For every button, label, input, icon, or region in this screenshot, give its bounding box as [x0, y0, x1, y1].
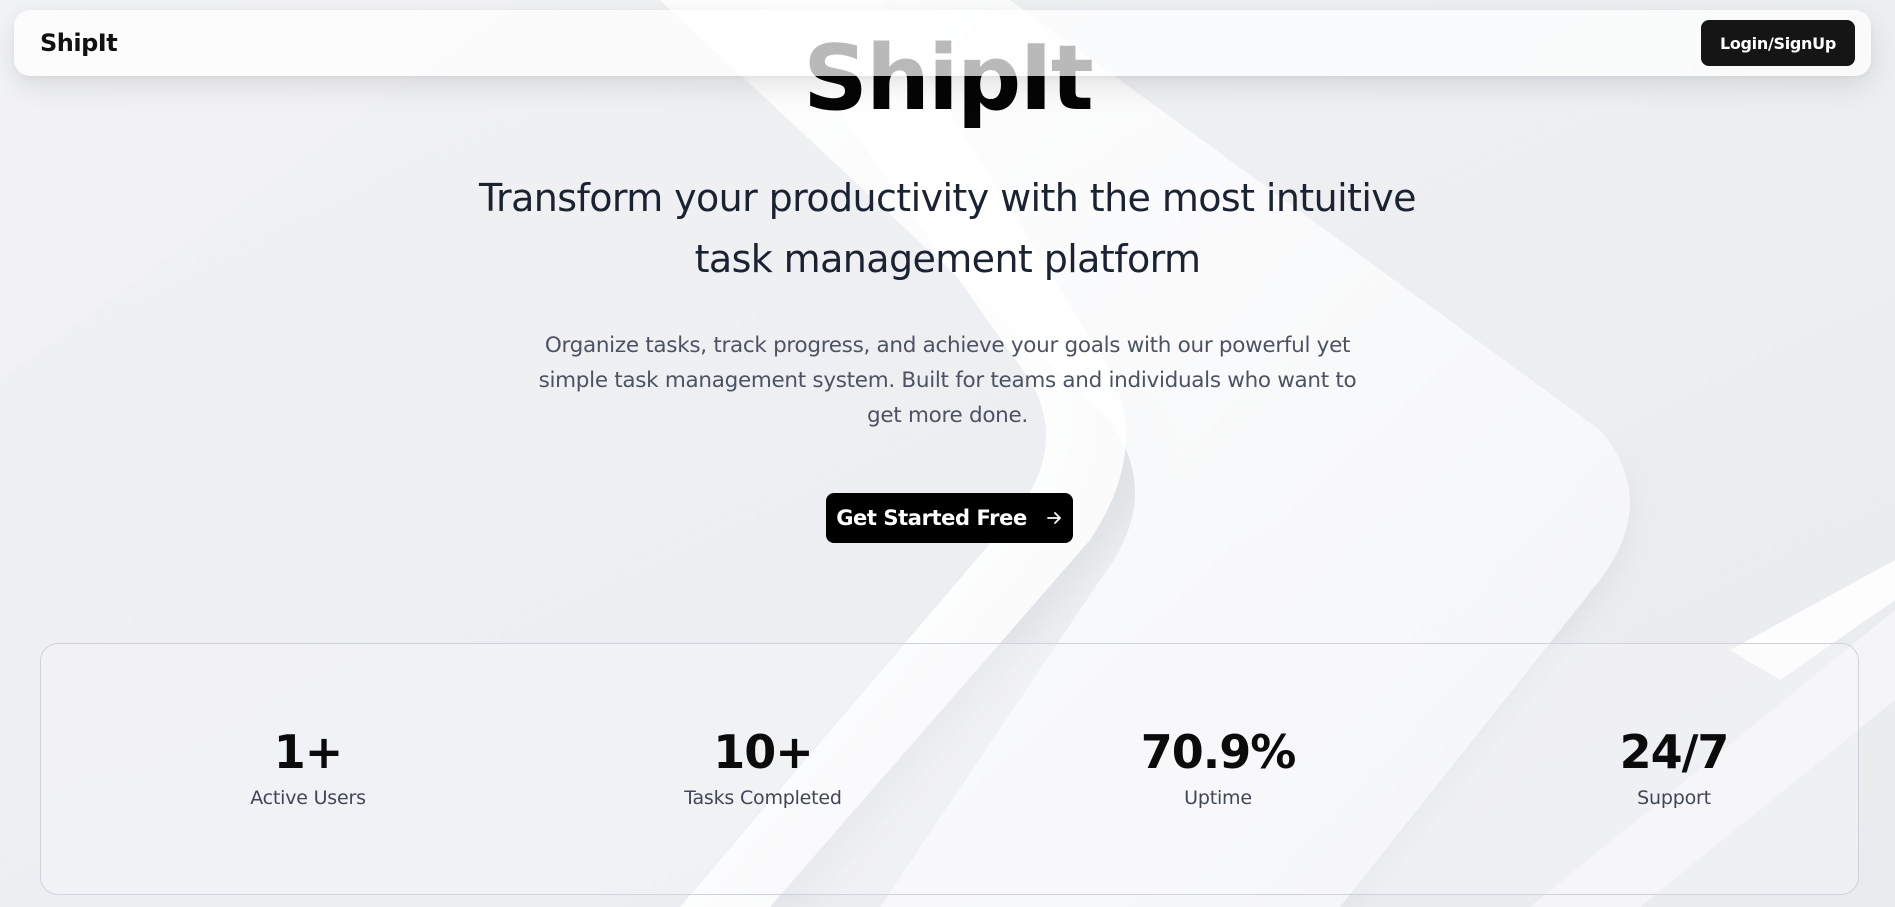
get-started-label: Get Started Free: [836, 506, 1027, 530]
stat-label: Active Users: [250, 787, 366, 809]
stat-tasks-completed: 10+ Tasks Completed: [613, 724, 913, 810]
brand-logo[interactable]: ShipIt: [40, 29, 118, 57]
get-started-button[interactable]: Get Started Free: [826, 493, 1073, 543]
stat-uptime: 70.9% Uptime: [1068, 724, 1368, 810]
stat-label: Uptime: [1184, 787, 1252, 809]
stat-support: 24/7 Support: [1524, 724, 1824, 810]
stats-card: 1+ Active Users 10+ Tasks Completed 70.9…: [40, 643, 1859, 895]
stat-label: Support: [1637, 787, 1711, 809]
login-signup-button[interactable]: Login/SignUp: [1700, 20, 1855, 66]
stat-value: 70.9%: [1140, 725, 1297, 779]
hero-subtitle: Transform your productivity with the mos…: [479, 176, 1417, 281]
stat-value: 10+: [713, 725, 814, 779]
stat-label: Tasks Completed: [684, 787, 842, 809]
arrow-right-icon: [1045, 509, 1063, 527]
navbar: ShipIt Login/SignUp: [14, 10, 1871, 76]
stat-active-users: 1+ Active Users: [158, 724, 458, 810]
stat-value: 1+: [273, 725, 344, 779]
stat-value: 24/7: [1619, 725, 1730, 779]
hero-description: Organize tasks, track progress, and achi…: [538, 333, 1357, 428]
